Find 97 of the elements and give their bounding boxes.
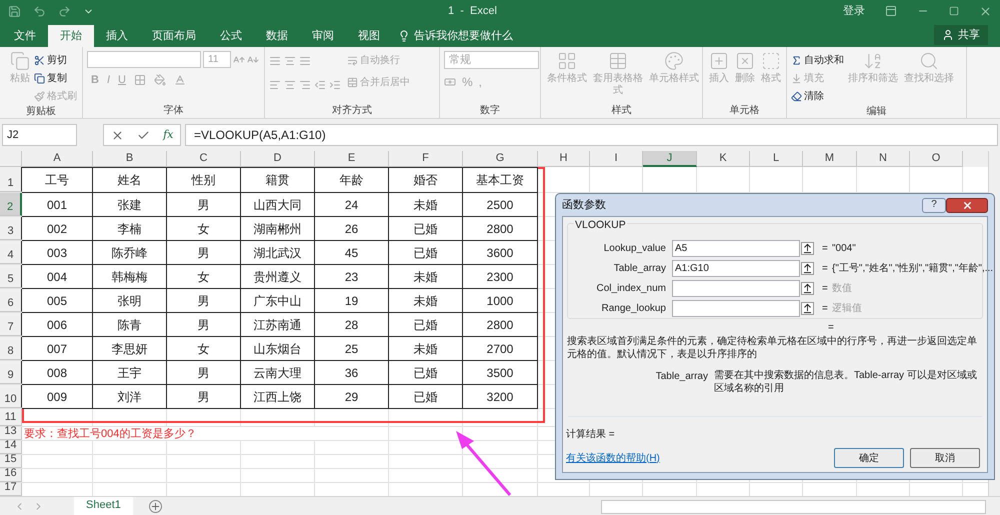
group-label: 样式 (612, 104, 632, 118)
argument-description: 需要在其中搜索数据的信息表。Table-array 可以是对区域或区域名称的引用 (714, 369, 978, 395)
table-cell: 陈青 (93, 313, 167, 337)
argument-label: Table_array (612, 262, 667, 276)
header-cell: 性别 (167, 167, 241, 193)
table-cell: 2500 (463, 193, 538, 217)
table-cell: 28 (315, 313, 389, 337)
table-cell: 2700 (463, 337, 538, 361)
table-cell: 刘洋 (93, 385, 167, 409)
function-description: 搜索表区域首列满足条件的元素，确定待检索单元格在区域中的行序号，再进一步返回选定单元格的值。默认情况下，表是以升序排序的 (566, 335, 978, 361)
argument-result: {"工号","姓名","性别","籍贯","年龄",... (832, 262, 994, 276)
argument-result: 数值 (832, 282, 852, 296)
table-cell: 004 (22, 265, 93, 289)
formula-result: = (828, 321, 834, 335)
equals-sign: = (822, 302, 829, 316)
table-cell: 008 (22, 361, 93, 385)
table-cell: 已婚 (389, 313, 463, 337)
table-cell: 女 (167, 217, 241, 241)
header-cell: 工号 (22, 167, 93, 193)
table-cell: 未婚 (389, 289, 463, 313)
table-cell: 女 (167, 337, 241, 361)
table-cell: 23 (315, 265, 389, 289)
table-cell: 湖南郴州 (241, 217, 315, 241)
table-cell: 男 (167, 385, 241, 409)
table-cell: 005 (22, 289, 93, 313)
calculation-result: 计算结果 = (566, 428, 616, 442)
table-cell: 男 (167, 193, 241, 217)
table-cell: 001 (22, 193, 93, 217)
table-cell: 云南大理 (241, 361, 315, 385)
note-text: 要求：查找工号004的工资是多少？ (22, 427, 315, 440)
table-cell: 江苏南通 (241, 313, 315, 337)
dialog-title: 函数参数 (562, 198, 606, 213)
header-cell: 籍贯 (241, 167, 315, 193)
group-label: 对齐方式 (332, 104, 372, 118)
table-cell: 26 (315, 217, 389, 241)
equals-sign: = (822, 262, 829, 276)
window-title: 1 - Excel (448, 4, 497, 19)
argument-label: Col_index_num (596, 282, 667, 296)
table-cell: 36 (315, 361, 389, 385)
table-cell: 李楠 (93, 217, 167, 241)
table-cell: 李思妍 (93, 337, 167, 361)
table-cell: 贵州遵义 (241, 265, 315, 289)
header-cell: 姓名 (93, 167, 167, 193)
table-cell: 2800 (463, 217, 538, 241)
table-cell: 女 (167, 265, 241, 289)
argument-result: 逻辑值 (832, 302, 862, 316)
group-label: 字体 (164, 104, 184, 118)
table-cell: 山东烟台 (241, 337, 315, 361)
table-cell: 已婚 (389, 361, 463, 385)
argument-label: Range_lookup (600, 302, 667, 316)
table-cell: 湖北武汉 (241, 241, 315, 265)
group-label: 编辑 (866, 105, 886, 119)
table-cell: 006 (22, 313, 93, 337)
table-cell: 3200 (463, 385, 538, 409)
table-cell: 陈乔峰 (93, 241, 167, 265)
header-cell: 年龄 (315, 167, 389, 193)
table-cell: 韩梅梅 (93, 265, 167, 289)
table-cell: 未婚 (389, 265, 463, 289)
table-cell: 张建 (93, 193, 167, 217)
table-cell: 19 (315, 289, 389, 313)
table-cell: 009 (22, 385, 93, 409)
table-cell: 江西上饶 (241, 385, 315, 409)
table-cell: 1000 (463, 289, 538, 313)
table-cell: 2300 (463, 265, 538, 289)
table-cell: 003 (22, 241, 93, 265)
table-cell: 山西大同 (241, 193, 315, 217)
table-cell: 29 (315, 385, 389, 409)
table-cell: 张明 (93, 289, 167, 313)
group-label: 单元格 (730, 104, 760, 118)
argument-result: "004" (832, 242, 856, 256)
table-cell: 007 (22, 337, 93, 361)
table-cell: 男 (167, 289, 241, 313)
table-cell: 3500 (463, 361, 538, 385)
table-cell: 45 (315, 241, 389, 265)
table-cell: 未婚 (389, 337, 463, 361)
table-cell: 24 (315, 193, 389, 217)
table-cell: 王宇 (93, 361, 167, 385)
equals-sign: = (822, 242, 829, 256)
argument-label: Lookup_value (602, 242, 667, 256)
header-cell: 基本工资 (463, 167, 538, 193)
group-label: 剪贴板 (26, 105, 56, 119)
table-cell: 男 (167, 361, 241, 385)
table-cell: 已婚 (389, 385, 463, 409)
table-cell: 未婚 (389, 193, 463, 217)
table-cell: 2800 (463, 313, 538, 337)
table-cell: 3600 (463, 241, 538, 265)
group-label: 数字 (480, 104, 500, 118)
table-cell: 已婚 (389, 241, 463, 265)
table-cell: 广东中山 (241, 289, 315, 313)
header-cell: 婚否 (389, 167, 463, 193)
table-cell: 男 (167, 313, 241, 337)
argument-name: Table_array (654, 370, 709, 384)
table-cell: 已婚 (389, 217, 463, 241)
table-cell: 25 (315, 337, 389, 361)
table-cell: 男 (167, 241, 241, 265)
table-cell: 002 (22, 217, 93, 241)
equals-sign: = (822, 282, 829, 296)
